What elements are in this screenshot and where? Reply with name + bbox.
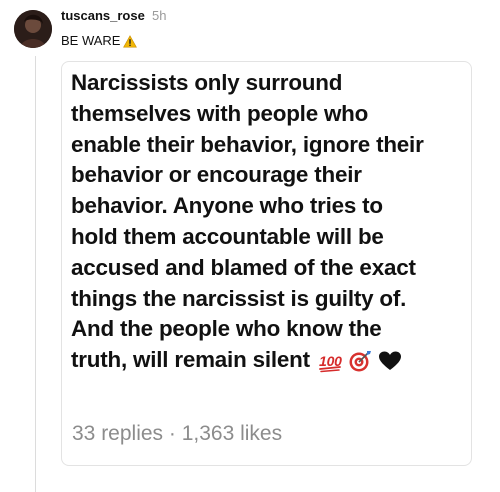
warning-icon — [123, 34, 138, 47]
timestamp: 5h — [152, 8, 167, 23]
quote-line: Narcissists only surround — [71, 70, 343, 95]
quote-line: themselves with people who — [71, 100, 369, 126]
quote-image-card[interactable]: Narcissists only surround themselves wit… — [61, 61, 472, 466]
hundred-points-icon: 100 — [319, 353, 342, 373]
quote-line: accused and blamed of the exact — [71, 254, 416, 280]
post-caption: BE WARE — [61, 32, 138, 50]
avatar-image — [14, 10, 52, 48]
black-heart-icon — [378, 351, 401, 371]
username[interactable]: tuscans_rose — [61, 7, 145, 25]
quote-line: things the narcissist is guilty of. — [71, 285, 407, 311]
quote-text: Narcissists only surround themselves wit… — [71, 68, 471, 376]
avatar[interactable] — [14, 10, 52, 48]
quote-line: behavior. Anyone who tries to — [71, 193, 383, 219]
direct-hit-icon — [349, 351, 371, 372]
quote-line: And the people who know the — [71, 316, 382, 342]
quote-line: hold them accountable will be — [71, 223, 384, 249]
caption-text: BE WARE — [61, 33, 121, 48]
post-stats: 33 replies · 1,363 likes — [72, 422, 283, 445]
thread-line — [35, 56, 36, 492]
quote-last-line: truth, will remain silent 100 — [71, 345, 471, 376]
quote-line: enable their behavior, ignore their — [71, 131, 424, 157]
quote-line: behavior or encourage their — [71, 162, 362, 188]
quote-line: truth, will remain silent — [71, 347, 310, 373]
emoji-row: 100 — [318, 349, 402, 373]
